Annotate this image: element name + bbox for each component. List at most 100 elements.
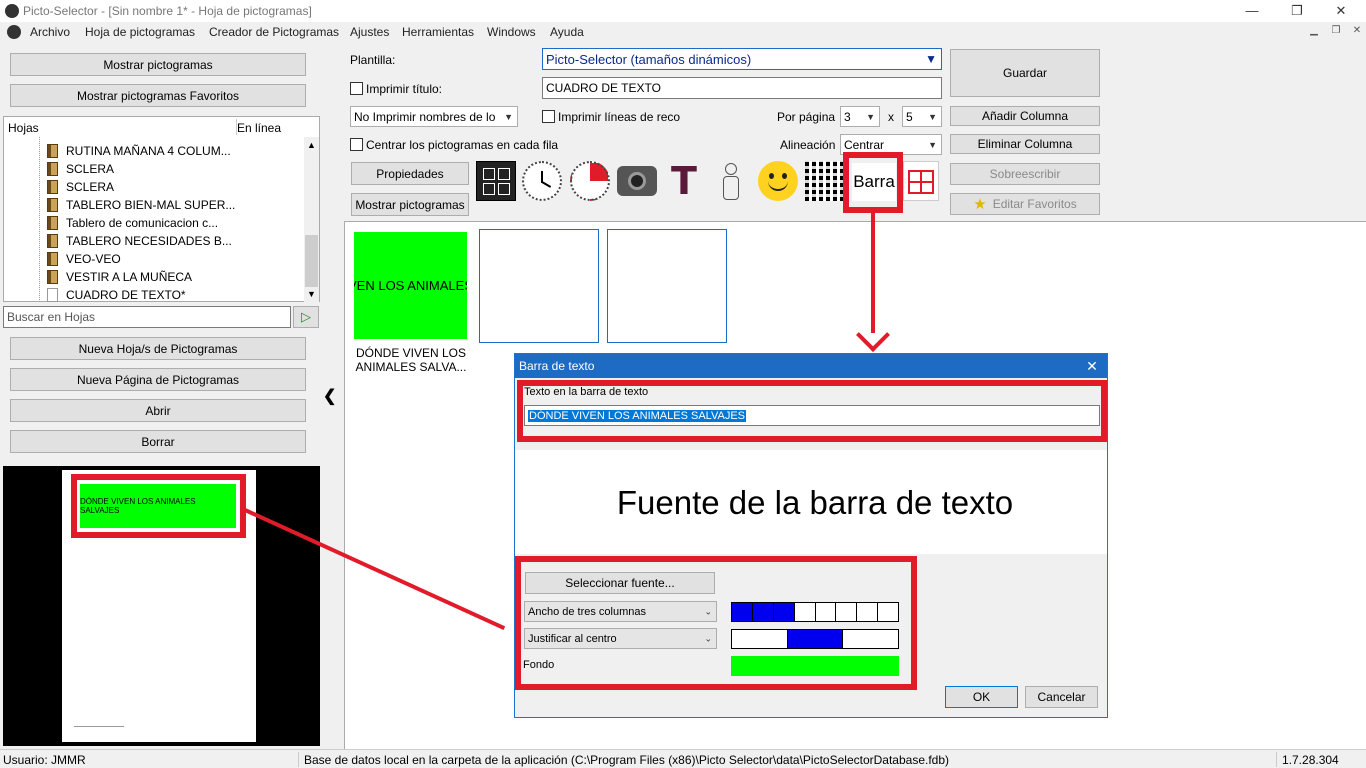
names-select[interactable]: No Imprimir nombres de lo ▼ [350, 106, 518, 127]
person-outline-icon[interactable] [711, 161, 751, 201]
properties-button[interactable]: Propiedades [351, 162, 469, 185]
rows-select[interactable]: 3 ▼ [840, 106, 880, 127]
show-favorites-button[interactable]: Mostrar pictogramas Favoritos [10, 84, 306, 107]
tree-item-current[interactable]: CUADRO DE TEXTO* [47, 286, 186, 304]
tree-item[interactable]: VESTIR A LA MUÑECA [47, 268, 192, 286]
chevron-down-icon: ▼ [504, 111, 513, 122]
tree-line [39, 137, 40, 302]
book-icon [47, 252, 58, 266]
empty-cell[interactable] [479, 229, 599, 343]
app-icon [5, 4, 19, 18]
restore-button[interactable]: ❐ [1274, 0, 1320, 22]
ok-button[interactable]: OK [945, 686, 1018, 708]
smiley-icon[interactable] [758, 161, 798, 201]
window-title: Picto-Selector - [Sin nombre 1* - Hoja d… [23, 4, 312, 18]
collapse-panel-icon[interactable]: ❮ [323, 386, 336, 406]
show-pictograms-toolbar-button[interactable]: Mostrar pictogramas [351, 193, 469, 216]
cell-caption: DÓNDE VIVEN LOS ANIMALES SALVA... [355, 346, 467, 374]
menu-creador[interactable]: Creador de Pictogramas [209, 25, 339, 39]
minimize-button[interactable]: — [1229, 0, 1275, 22]
status-version: 1.7.28.304 [1282, 753, 1339, 767]
template-label: Plantilla: [350, 53, 396, 67]
clock-icon[interactable] [522, 161, 562, 201]
delete-button[interactable]: Borrar [10, 430, 306, 453]
col-sheets-header[interactable]: Hojas [8, 121, 39, 135]
empty-cell[interactable] [607, 229, 727, 343]
tree-item[interactable]: TABLERO BIEN-MAL SUPER... [47, 196, 235, 214]
arrow-line [871, 213, 875, 333]
open-button[interactable]: Abrir [10, 399, 306, 422]
menu-ajustes[interactable]: Ajustes [350, 25, 389, 39]
template-select[interactable]: Picto-Selector (tamaños dinámicos) ▼ [542, 48, 942, 70]
cols-select[interactable]: 5 ▼ [902, 106, 942, 127]
title-input[interactable]: CUADRO DE TEXTO [542, 77, 942, 99]
new-page-button[interactable]: Nueva Página de Pictogramas [10, 368, 306, 391]
highlight-text-bar-button [843, 152, 903, 213]
book-icon [47, 234, 58, 248]
center-pictograms-checkbox[interactable] [350, 138, 363, 151]
scroll-up-icon[interactable]: ▲ [304, 137, 319, 153]
add-column-button[interactable]: Añadir Columna [950, 106, 1100, 126]
app-menu-icon[interactable] [7, 25, 21, 39]
highlight-settings [515, 556, 917, 690]
pictogram-grid-icon[interactable] [476, 161, 516, 201]
qr-code-icon[interactable] [805, 161, 845, 201]
search-sheets-input[interactable]: Buscar en Hojas [3, 306, 291, 328]
col-online-header[interactable]: En línea [237, 121, 281, 135]
status-user: Usuario: JMMR [3, 753, 86, 767]
new-sheet-button[interactable]: Nueva Hoja/s de Pictogramas [10, 337, 306, 360]
camera-icon[interactable] [617, 166, 657, 196]
book-icon [47, 180, 58, 194]
book-icon [47, 144, 58, 158]
menu-archivo[interactable]: Archivo [30, 25, 70, 39]
print-lines-label: Imprimir líneas de reco [558, 110, 681, 124]
document-icon [47, 288, 58, 302]
title-bar: Picto-Selector - [Sin nombre 1* - Hoja d… [0, 0, 1366, 22]
alignment-label: Alineación [780, 138, 836, 152]
delete-column-button[interactable]: Eliminar Columna [950, 134, 1100, 154]
menu-herramientas[interactable]: Herramientas [402, 25, 474, 39]
mdi-minimize-button[interactable]: ▁ [1306, 25, 1322, 39]
text-t-icon[interactable]: T [664, 161, 704, 201]
per-page-label: Por página [777, 110, 836, 124]
cancel-button[interactable]: Cancelar [1025, 686, 1098, 708]
print-title-checkbox[interactable] [350, 82, 363, 95]
search-go-icon[interactable]: ▷ [293, 306, 319, 328]
table-grid-icon[interactable] [903, 161, 939, 201]
show-pictograms-button[interactable]: Mostrar pictogramas [10, 53, 306, 76]
tree-item[interactable]: SCLERA [47, 178, 114, 196]
tree-item[interactable]: SCLERA [47, 160, 114, 178]
menu-ayuda[interactable]: Ayuda [550, 25, 584, 39]
chevron-down-icon: ▼ [925, 52, 937, 66]
mdi-restore-button[interactable]: ❐ [1328, 25, 1344, 39]
text-bar-cell[interactable]: VEN LOS ANIMALES [354, 232, 467, 339]
status-database: Base de datos local en la carpeta de la … [304, 753, 949, 767]
dialog-close-button[interactable]: ✕ [1081, 356, 1103, 376]
print-lines-checkbox[interactable] [542, 110, 555, 123]
close-button[interactable]: ✕ [1318, 0, 1364, 22]
save-button[interactable]: Guardar [950, 49, 1100, 97]
font-preview-text: Fuente de la barra de texto [616, 484, 1014, 521]
sheets-tree[interactable]: Hojas En línea ▲ ▼ RUTINA MAÑANA 4 COLUM… [3, 116, 320, 302]
highlight-preview-box [71, 474, 246, 538]
timer-icon[interactable] [570, 161, 610, 201]
book-icon [47, 162, 58, 176]
menu-hoja-pictogramas[interactable]: Hoja de pictogramas [85, 25, 195, 39]
star-icon: ★ [973, 196, 987, 213]
times-label: x [888, 110, 894, 124]
tree-item[interactable]: Tablero de comunicacion c... [47, 214, 218, 232]
status-bar: Usuario: JMMR Base de datos local en la … [0, 749, 1366, 768]
tree-item[interactable]: VEO-VEO [47, 250, 121, 268]
scroll-down-icon[interactable]: ▼ [304, 286, 319, 302]
menu-windows[interactable]: Windows [487, 25, 536, 39]
overwrite-button[interactable]: Sobreescribir [950, 163, 1100, 185]
tree-item[interactable]: RUTINA MAÑANA 4 COLUM... [47, 142, 231, 160]
center-pictograms-label: Centrar los pictogramas en cada fila [366, 138, 559, 152]
scroll-thumb[interactable] [305, 235, 318, 287]
dialog-title: Barra de texto [515, 354, 1107, 378]
font-preview-area: Fuente de la barra de texto [515, 450, 1107, 554]
tree-item[interactable]: TABLERO NECESIDADES B... [47, 232, 232, 250]
tree-scrollbar[interactable]: ▲ ▼ [304, 137, 319, 302]
mdi-close-button[interactable]: ✕ [1349, 25, 1365, 39]
edit-favorites-button[interactable]: ★ Editar Favoritos [950, 193, 1100, 215]
